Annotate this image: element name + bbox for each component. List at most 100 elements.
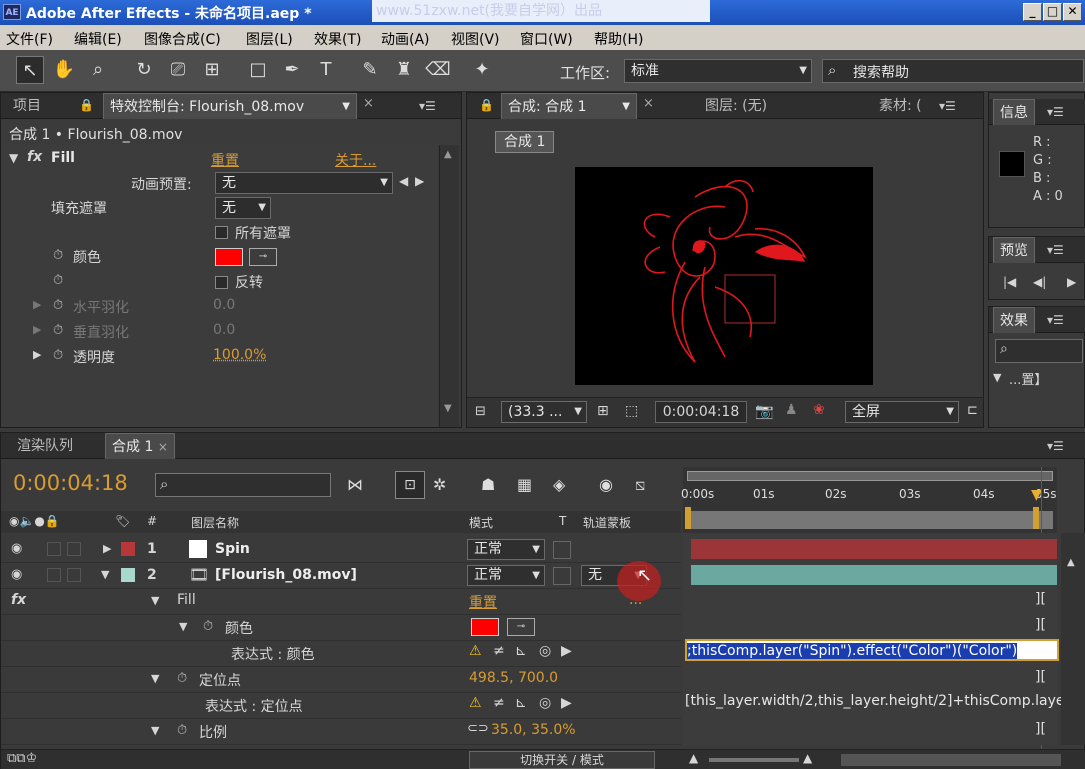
fx-icon[interactable]: fx — [11, 592, 26, 608]
enable-expression-icon[interactable]: ≠ — [493, 643, 505, 659]
tab-layer[interactable]: 图层: (无) — [699, 93, 773, 119]
menu-effect[interactable]: 效果(T) — [314, 29, 361, 49]
stopwatch-icon[interactable]: ⏱ — [177, 671, 187, 686]
column-mode[interactable]: 模式 — [469, 514, 493, 531]
graph-icon[interactable]: ⊾ — [515, 695, 527, 711]
panel-menu-icon[interactable]: ▾☰ — [939, 99, 956, 113]
warning-icon[interactable]: ⚠ — [469, 643, 482, 659]
eye-icon[interactable]: ◉ — [11, 541, 22, 556]
tab-preview[interactable]: 预览 — [993, 237, 1035, 263]
layer-row-1[interactable]: ◉ ▶ 1 Spin 正常 ▼ — [1, 537, 681, 563]
tab-effects-presets[interactable]: 效果 — [993, 307, 1035, 333]
expression-menu-icon[interactable]: ▶ — [561, 643, 572, 659]
eraser-tool-icon[interactable]: ⌫ — [424, 56, 452, 84]
fx-icon[interactable]: fx — [27, 149, 42, 165]
blend-mode-dropdown[interactable]: 正常 ▼ — [467, 565, 545, 586]
zoom-tool-icon[interactable]: ⌕ — [84, 56, 112, 84]
resolution-dropdown[interactable]: 全屏 ▼ — [845, 401, 959, 423]
mask-icon[interactable]: ⬚ — [625, 403, 638, 419]
anchor-prop-value[interactable]: 498.5, 700.0 — [469, 670, 558, 686]
stopwatch-icon[interactable]: ⏱ — [203, 619, 213, 634]
puppet-pin-tool-icon[interactable]: ✦ — [468, 56, 496, 84]
hand-tool-icon[interactable]: ✋ — [50, 56, 78, 84]
menu-window[interactable]: 窗口(W) — [520, 29, 573, 49]
tab-timeline-comp[interactable]: 合成 1 × — [105, 433, 175, 459]
expand-triangle-icon[interactable]: ▼ — [151, 594, 159, 607]
eyedropper-icon[interactable]: ⊸ — [507, 618, 535, 636]
graph-editor-icon[interactable]: ◉ — [599, 475, 613, 494]
timeline-search-input[interactable]: ⌕ — [155, 473, 331, 497]
timeline-timecode[interactable]: 0:00:04:18 — [13, 471, 128, 495]
rotate-tool-icon[interactable]: ↻ — [130, 56, 158, 84]
reset-link[interactable]: 重置 — [211, 150, 239, 170]
lock-icon[interactable]: 🔒 — [479, 98, 494, 112]
preserve-transparency-box[interactable] — [553, 567, 571, 585]
expand-triangle-icon[interactable]: ▼ — [151, 724, 159, 737]
expand-triangle-icon[interactable]: ▼ — [993, 371, 1001, 384]
show-snapshot-icon[interactable]: ♟ — [785, 402, 798, 418]
time-ruler[interactable]: 0:00s 01s 02s 03s 04s 05s ▼ — [681, 467, 1057, 533]
invert-checkbox[interactable] — [215, 276, 228, 289]
expression-menu-icon[interactable]: ▶ — [561, 695, 572, 711]
opacity-value[interactable]: 100.0% — [213, 347, 266, 363]
menu-composition[interactable]: 图像合成(C) — [144, 29, 221, 49]
menu-edit[interactable]: 编辑(E) — [74, 29, 122, 49]
panel-menu-icon[interactable]: ▾☰ — [419, 99, 436, 113]
lock-icon[interactable]: 🔒 — [79, 98, 94, 112]
pan-behind-tool-icon[interactable]: ⊞ — [198, 56, 226, 84]
workspace-dropdown[interactable]: 标准 ▼ — [624, 59, 812, 83]
zoom-dropdown[interactable]: (33.3 ... ▼ — [501, 401, 587, 423]
close-button[interactable]: ✕ — [1063, 3, 1082, 21]
switch-mode-button[interactable]: 切换开关 / 模式 — [469, 751, 655, 769]
expression-anchor-code[interactable]: [this_layer.width/2,this_layer.height/2]… — [685, 693, 1085, 715]
composition-canvas[interactable] — [575, 167, 873, 385]
solo-box[interactable] — [47, 542, 61, 556]
expand-triangle-icon[interactable]: ▶ — [103, 542, 111, 555]
scale-prop-value[interactable]: 35.0, 35.0% — [491, 722, 576, 738]
eye-icon[interactable]: ◉ — [11, 567, 22, 582]
fill-reset-link[interactable]: 重置 — [469, 592, 497, 612]
expand-triangle-icon[interactable]: ▶ — [33, 323, 41, 336]
stopwatch-icon[interactable]: ⏱ — [53, 248, 63, 263]
panel-menu-icon[interactable]: ▾☰ — [1047, 439, 1064, 453]
first-frame-icon[interactable]: |◀ — [1003, 275, 1016, 289]
comp-name-button[interactable]: 合成 1 — [495, 131, 555, 153]
effects-search-input[interactable]: ⌕ — [995, 339, 1083, 363]
prev-frame-icon[interactable]: ◀| — [1033, 275, 1046, 289]
expression-editor-color[interactable]: ;thisComp.layer("Spin").effect("Color")(… — [685, 639, 1059, 661]
layer-bar-flourish[interactable] — [691, 565, 1057, 585]
maximize-button[interactable]: □ — [1043, 3, 1062, 21]
constrain-link-icon[interactable]: ⊂⊃ — [467, 721, 489, 736]
tab-render-queue[interactable]: 渲染队列 — [11, 433, 79, 459]
panel-menu-icon[interactable]: ▾☰ — [1047, 313, 1064, 327]
channel-icon[interactable]: ❀ — [813, 402, 825, 418]
tab-composition[interactable]: 合成: 合成 1 ▼ — [501, 93, 637, 119]
work-area-bar[interactable] — [687, 471, 1053, 481]
scroll-up-icon[interactable]: ▲ — [1067, 557, 1075, 568]
horizontal-scrollbar[interactable] — [841, 754, 1061, 766]
effects-preset-item[interactable]: ...置】 — [1009, 369, 1047, 388]
column-layer-name[interactable]: 图层名称 — [191, 514, 239, 531]
expand-triangle-icon[interactable]: ▼ — [9, 151, 18, 165]
tab-effect-controls[interactable]: 特效控制台: Flourish_08.mov ▼ — [103, 93, 357, 119]
menu-layer[interactable]: 图层(L) — [246, 29, 293, 49]
about-link[interactable]: 关于... — [335, 150, 376, 170]
play-icon[interactable]: ▶ — [1067, 275, 1076, 289]
frame-blending-icon[interactable]: ▦ — [517, 475, 532, 494]
blend-mode-dropdown[interactable]: 正常 ▼ — [467, 539, 545, 560]
draft-3d-icon[interactable]: ✲ — [433, 475, 446, 494]
expand-triangle-icon[interactable]: ▼ — [179, 620, 187, 633]
selection-tool-icon[interactable]: ↖ — [16, 56, 44, 84]
toggle-switches-icon[interactable]: ⧉⧉♔ — [7, 751, 37, 766]
always-preview-icon[interactable]: ⊟ — [475, 404, 486, 419]
close-tab-icon[interactable]: × — [643, 96, 654, 111]
zoom-out-icon[interactable]: ▲ — [689, 751, 698, 765]
live-update-icon[interactable]: ⊡ — [395, 471, 425, 499]
expand-triangle-icon[interactable]: ▼ — [101, 568, 109, 581]
hide-shy-layers-icon[interactable]: ☗ — [481, 475, 495, 494]
motion-blur-icon[interactable]: ◈ — [553, 475, 565, 494]
close-tab-icon[interactable]: × — [363, 96, 374, 111]
expand-triangle-icon[interactable]: ▼ — [151, 672, 159, 685]
scroll-down-icon[interactable]: ▼ — [444, 403, 452, 414]
minimize-button[interactable]: _ — [1023, 3, 1042, 21]
